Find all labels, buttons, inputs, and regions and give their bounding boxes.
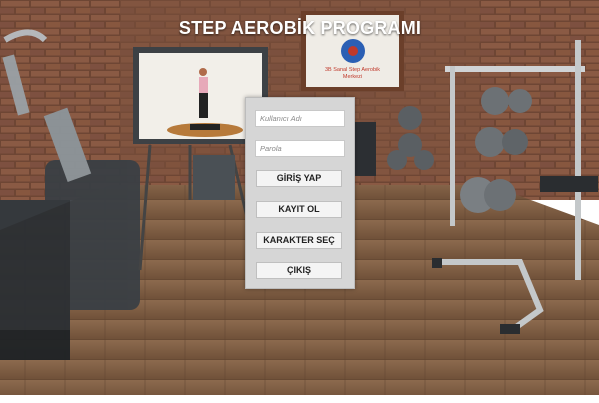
password-input[interactable] <box>255 140 345 157</box>
register-button[interactable]: KAYIT OL <box>256 201 342 218</box>
page-title: STEP AEROBİK PROGRAMI <box>178 18 422 38</box>
sign-text-line1: 3B Sanal Step Aerobik <box>324 67 381 73</box>
select-character-button[interactable]: KARAKTER SEÇ <box>256 232 342 249</box>
sign-text-line2: Merkezi <box>342 74 363 80</box>
exit-button[interactable]: ÇIKIŞ <box>256 262 342 279</box>
login-button[interactable]: GİRİŞ YAP <box>256 170 342 187</box>
username-input[interactable] <box>255 110 345 127</box>
login-panel: GİRİŞ YAP KAYIT OL KARAKTER SEÇ ÇIKIŞ <box>245 97 355 289</box>
center-sign: 3B Sanal Step Aerobik Merkezi <box>301 67 404 81</box>
